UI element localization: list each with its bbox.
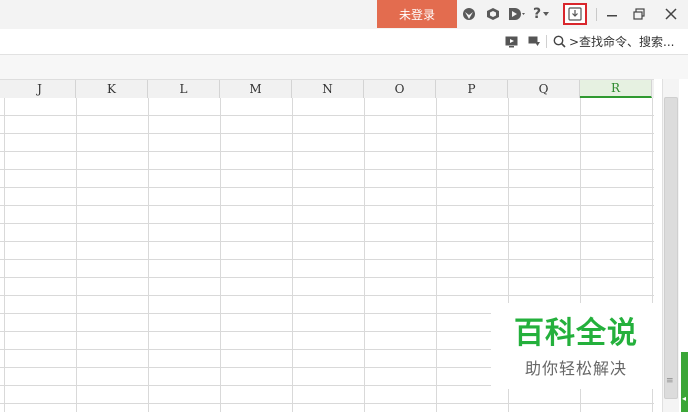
column-label: N	[322, 82, 333, 96]
download-button[interactable]	[563, 3, 587, 25]
minimize-button[interactable]	[602, 4, 622, 24]
column-header-o[interactable]: O	[364, 80, 436, 98]
toolbar-separator	[546, 35, 547, 48]
column-label: Q	[538, 82, 549, 96]
flag-icon[interactable]	[528, 35, 541, 48]
chevron-left-icon: ◂	[682, 394, 687, 403]
title-bar: › 未登录 ?	[0, 0, 688, 29]
minimize-icon	[607, 15, 617, 17]
cube-icon[interactable]	[486, 7, 500, 21]
login-button[interactable]: 未登录	[377, 0, 457, 28]
restore-button[interactable]	[629, 4, 649, 24]
column-label: M	[249, 82, 262, 96]
column-header-l[interactable]: L	[148, 80, 220, 98]
column-header-p[interactable]: P	[436, 80, 508, 98]
restore-icon	[633, 8, 645, 20]
watermark-title: 百科全说	[514, 316, 638, 351]
close-button[interactable]	[661, 4, 681, 24]
grip-icon: ≡	[666, 376, 674, 386]
column-header-r[interactable]: R	[580, 80, 652, 98]
download-icon	[568, 7, 582, 21]
column-headers: J K L M N O P Q R	[0, 79, 654, 99]
play-screen-icon[interactable]	[505, 35, 518, 48]
search-text: >查找命令、搜索...	[569, 35, 675, 49]
column-header-n[interactable]: N	[292, 80, 364, 98]
column-label: J	[37, 82, 42, 96]
title-separator	[596, 8, 597, 21]
column-label: L	[179, 82, 188, 96]
column-label: P	[467, 82, 476, 96]
watermark-subtitle: 助你轻松解决	[524, 359, 627, 378]
skin-icon[interactable]	[462, 7, 476, 21]
column-label: R	[610, 81, 621, 95]
formula-area	[0, 55, 688, 79]
column-label: O	[394, 82, 405, 96]
watermark: 百科全说 助你轻松解决	[491, 303, 661, 389]
share-icon[interactable]	[508, 7, 528, 21]
scrollbar-thumb[interactable]	[664, 97, 678, 399]
column-label: K	[107, 82, 116, 96]
column-header-q[interactable]: Q	[508, 80, 580, 98]
help-glyph: ?	[533, 6, 542, 22]
side-panel-tab[interactable]	[681, 352, 688, 412]
search-icon	[553, 35, 566, 48]
column-header-k[interactable]: K	[76, 80, 148, 98]
secondary-toolbar: >查找命令、搜索...	[0, 29, 688, 55]
column-header-j[interactable]: J	[4, 80, 76, 98]
close-icon	[665, 8, 677, 20]
column-header-m[interactable]: M	[220, 80, 292, 98]
login-label: 未登录	[398, 7, 435, 22]
command-search[interactable]: >查找命令、搜索...	[553, 32, 675, 51]
vertical-scrollbar[interactable]: ≡	[662, 79, 679, 412]
help-icon[interactable]: ?	[533, 6, 550, 22]
